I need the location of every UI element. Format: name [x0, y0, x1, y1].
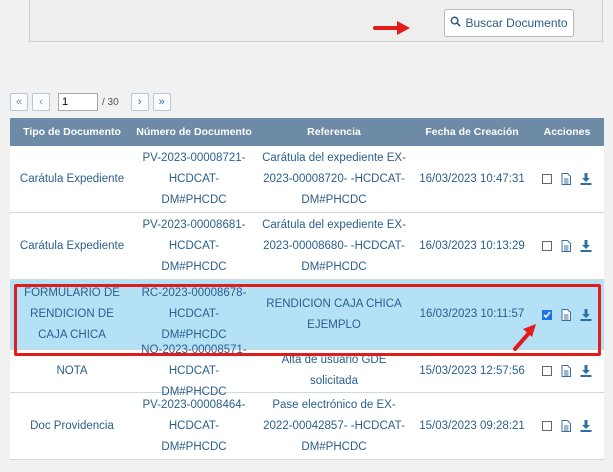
cell-numero: NO-2023-00008571- HCDCAT-DM#PHCDC	[141, 343, 247, 398]
table-row[interactable]: NOTA NO-2023-00008571- HCDCAT-DM#PHCDC A…	[10, 343, 604, 398]
cell-referencia: Pase electrónico de EX-2022-00042857- -H…	[263, 398, 405, 453]
cell-referencia: Alta de usuario GDE solicitada	[281, 354, 387, 387]
row-checkbox[interactable]	[542, 241, 552, 251]
cell-tipo: FORMULARIO DE RENDICION DE CAJA CHICA	[24, 287, 120, 341]
header-acciones: Acciones	[543, 126, 591, 138]
row-checkbox[interactable]	[542, 174, 552, 184]
cell-tipo: Doc Providencia	[30, 419, 114, 432]
download-icon[interactable]	[580, 240, 592, 252]
download-icon[interactable]	[580, 365, 592, 377]
cell-referencia: Carátula del expediente EX-2023-00008720…	[262, 151, 406, 206]
documents-table: Tipo de Documento Número de Documento Re…	[10, 118, 604, 460]
cell-fecha: 15/03/2023 12:57:56	[419, 364, 525, 377]
table-header: Tipo de Documento Número de Documento Re…	[10, 118, 604, 146]
annotation-arrow-icon	[373, 21, 410, 35]
first-page-button[interactable]: «	[10, 93, 28, 111]
header-fecha[interactable]: Fecha de Creación	[414, 126, 530, 138]
cell-referencia: Carátula del expediente EX-2023-00008680…	[262, 218, 406, 273]
document-icon[interactable]	[561, 308, 571, 321]
last-page-button[interactable]: »	[152, 93, 171, 111]
cell-fecha: 16/03/2023 10:13:29	[419, 239, 525, 252]
cell-fecha: 15/03/2023 09:28:21	[419, 419, 525, 432]
download-icon[interactable]	[580, 173, 592, 185]
next-page-button[interactable]: ›	[130, 93, 149, 111]
document-icon[interactable]	[561, 173, 571, 185]
header-tipo[interactable]: Tipo de Documento	[10, 126, 134, 138]
cell-tipo: Carátula Expediente	[19, 172, 125, 185]
page-total: / 30	[102, 96, 119, 108]
row-checkbox-checked[interactable]	[542, 309, 552, 320]
search-icon	[450, 16, 462, 30]
row-checkbox[interactable]	[542, 366, 552, 376]
buscar-documento-button[interactable]: Buscar Documento	[444, 9, 574, 37]
annotation-arrow-icon	[513, 324, 536, 351]
cell-acciones	[530, 393, 604, 459]
table-row[interactable]: Doc Providencia PV-2023-00008464- HCDCAT…	[10, 393, 604, 460]
cell-referencia: RENDICION CAJA CHICA EJEMPLO	[266, 297, 402, 331]
cell-numero: PV-2023-00008721- HCDCAT-DM#PHCDC	[142, 151, 246, 206]
header-referencia[interactable]: Referencia	[254, 126, 414, 138]
table-row[interactable]: Carátula Expediente PV-2023-00008721- HC…	[10, 146, 604, 213]
cell-tipo: NOTA	[56, 364, 88, 377]
cell-acciones	[530, 350, 604, 392]
cell-acciones	[530, 146, 604, 212]
cell-acciones	[530, 280, 604, 349]
row-checkbox[interactable]	[542, 421, 552, 431]
page-number-input[interactable]	[58, 93, 98, 111]
header-numero[interactable]: Número de Documento	[134, 126, 254, 138]
buscar-documento-label: Buscar Documento	[465, 16, 568, 30]
download-icon[interactable]	[580, 420, 592, 432]
prev-page-button[interactable]: ‹	[32, 93, 50, 111]
download-icon[interactable]	[580, 308, 592, 321]
pagination: « ‹ / 30 › »	[10, 93, 171, 111]
document-icon[interactable]	[561, 420, 571, 432]
table-row[interactable]: Carátula Expediente PV-2023-00008681- HC…	[10, 213, 604, 280]
cell-fecha: 16/03/2023 10:47:31	[419, 172, 525, 185]
cell-numero: PV-2023-00008681- HCDCAT-DM#PHCDC	[142, 218, 246, 273]
cell-acciones	[530, 213, 604, 279]
document-icon[interactable]	[561, 365, 571, 377]
cell-tipo: Carátula Expediente	[19, 239, 125, 252]
search-panel: Buscar Documento	[29, 0, 603, 42]
cell-numero: PV-2023-00008464- HCDCAT-DM#PHCDC	[142, 398, 246, 453]
document-icon[interactable]	[561, 240, 571, 252]
